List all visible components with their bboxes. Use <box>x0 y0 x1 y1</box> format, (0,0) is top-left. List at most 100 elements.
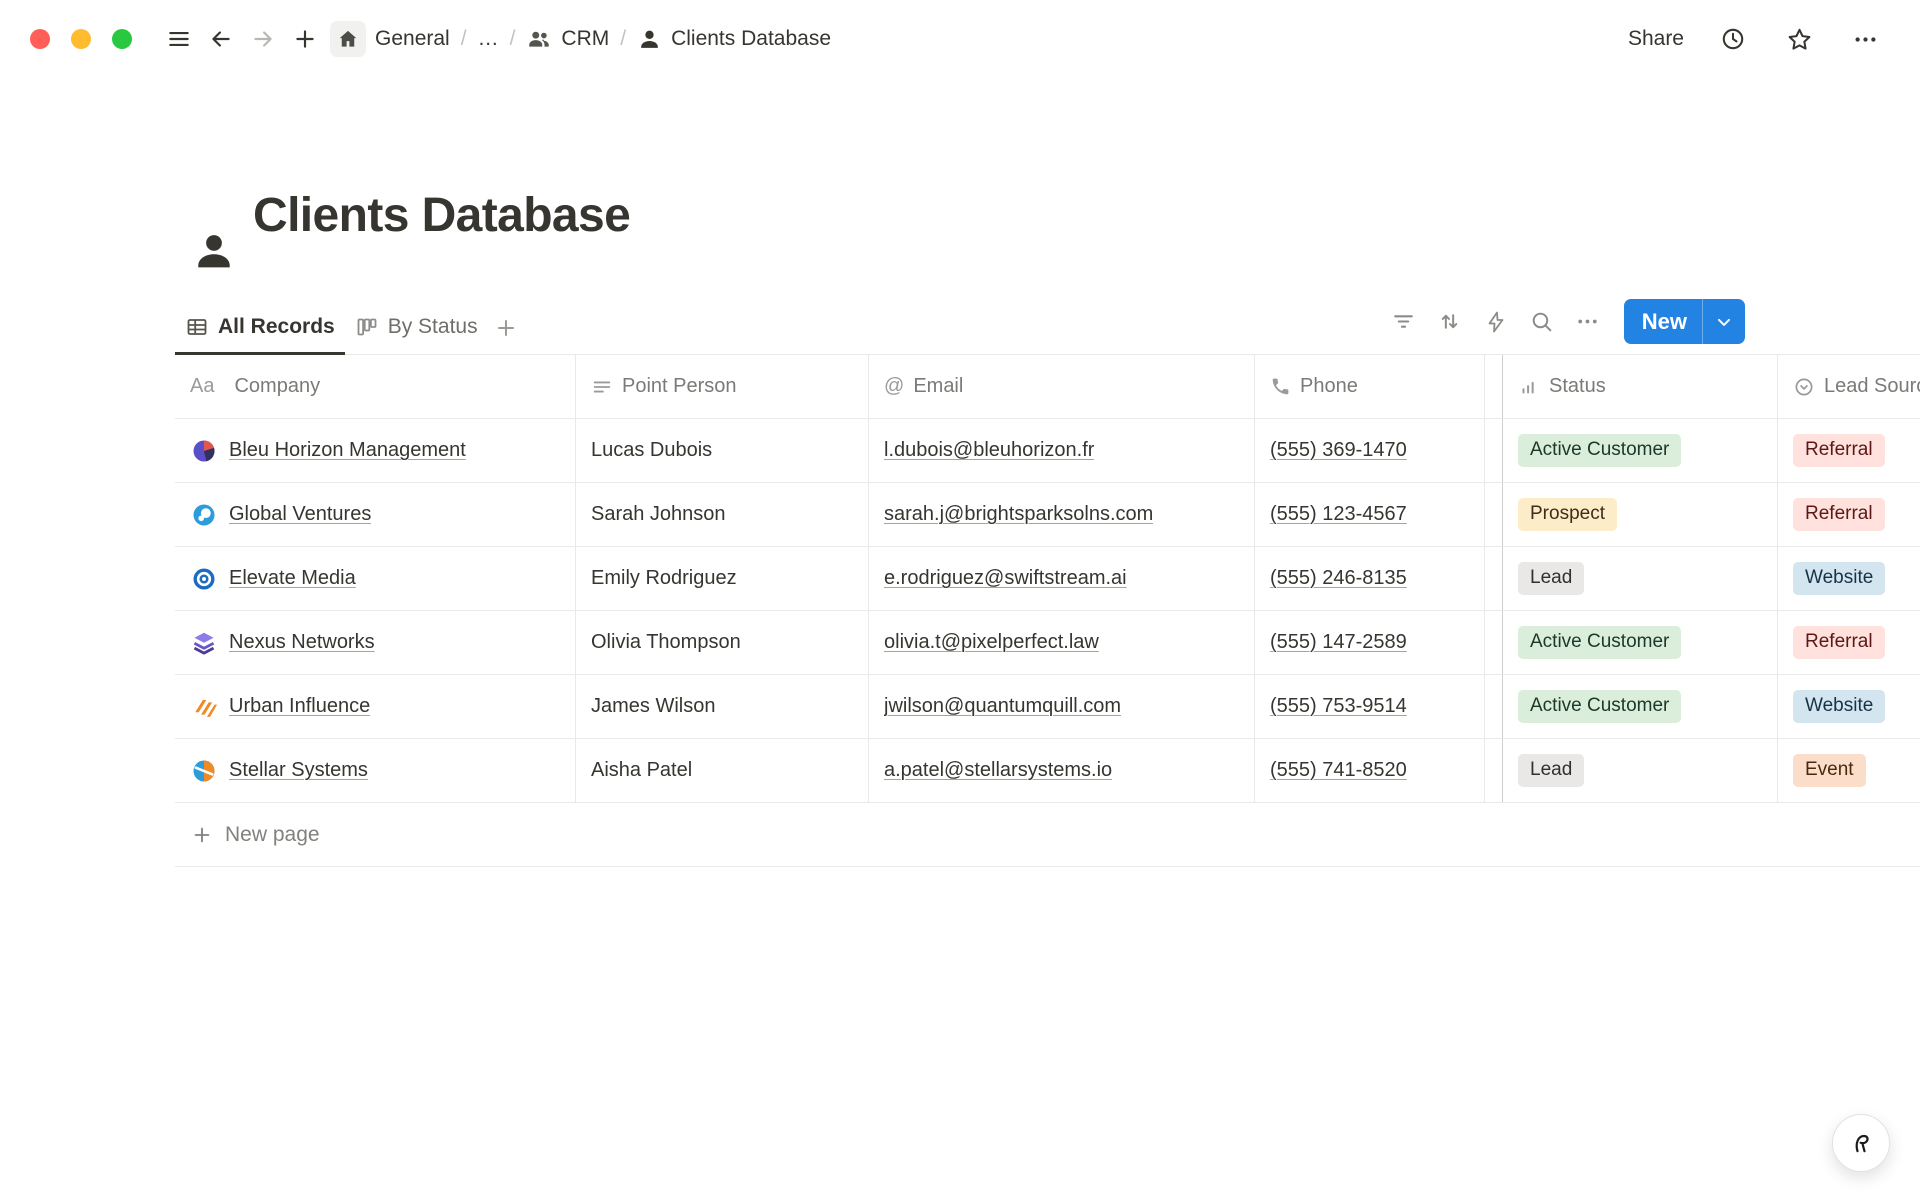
point-person-cell[interactable]: James Wilson <box>576 675 869 738</box>
company-name[interactable]: Global Ventures <box>229 503 371 526</box>
lead-source-cell[interactable]: Event <box>1778 739 1920 802</box>
company-cell[interactable]: Global Ventures <box>175 483 576 546</box>
column-header-phone[interactable]: Phone <box>1255 355 1485 418</box>
forward-arrow-icon[interactable] <box>242 18 284 60</box>
people-icon <box>526 26 552 52</box>
status-cell[interactable]: Active Customer <box>1503 611 1778 674</box>
status-cell[interactable]: Active Customer <box>1503 419 1778 482</box>
page-title[interactable]: Clients Database <box>253 190 630 243</box>
lead-source-cell[interactable]: Referral <box>1778 611 1920 674</box>
close-window-button[interactable] <box>30 29 50 49</box>
phone-cell[interactable]: (555) 147-2589 <box>1255 611 1485 674</box>
company-name[interactable]: Stellar Systems <box>229 759 368 782</box>
table-row[interactable]: Nexus Networks Olivia Thompson olivia.t@… <box>175 611 1920 675</box>
tab-by-status[interactable]: By Status <box>345 305 488 355</box>
table-row[interactable]: Urban Influence James Wilson jwilson@qua… <box>175 675 1920 739</box>
point-person-cell[interactable]: Lucas Dubois <box>576 419 869 482</box>
tab-all-records[interactable]: All Records <box>175 305 345 355</box>
new-button-label[interactable]: New <box>1624 309 1702 335</box>
email-value[interactable]: a.patel@stellarsystems.io <box>884 759 1112 782</box>
sort-icon[interactable] <box>1430 302 1470 342</box>
breadcrumb-ellipsis[interactable]: … <box>478 27 499 51</box>
point-person-cell[interactable]: Olivia Thompson <box>576 611 869 674</box>
back-arrow-icon[interactable] <box>200 18 242 60</box>
breadcrumb-label: CRM <box>561 27 609 51</box>
phone-cell[interactable]: (555) 369-1470 <box>1255 419 1485 482</box>
email-cell[interactable]: a.patel@stellarsystems.io <box>869 739 1255 802</box>
company-name[interactable]: Bleu Horizon Management <box>229 439 466 462</box>
email-value[interactable]: l.dubois@bleuhorizon.fr <box>884 439 1094 462</box>
breadcrumb-item-crm[interactable]: CRM <box>526 26 609 52</box>
filter-icon[interactable] <box>1384 302 1424 342</box>
phone-cell[interactable]: (555) 753-9514 <box>1255 675 1485 738</box>
status-cell[interactable]: Lead <box>1503 547 1778 610</box>
phone-value[interactable]: (555) 741-8520 <box>1270 759 1407 782</box>
column-header-status[interactable]: Status <box>1503 355 1778 418</box>
breadcrumb-item-general[interactable]: General <box>330 21 450 57</box>
phone-value[interactable]: (555) 123-4567 <box>1270 503 1407 526</box>
new-record-button[interactable]: New <box>1624 299 1745 344</box>
status-cell[interactable]: Lead <box>1503 739 1778 802</box>
lead-source-cell[interactable]: Website <box>1778 547 1920 610</box>
company-name[interactable]: Elevate Media <box>229 567 356 590</box>
search-icon[interactable] <box>1522 302 1562 342</box>
lightning-icon[interactable] <box>1476 302 1516 342</box>
table-row[interactable]: Bleu Horizon Management Lucas Dubois l.d… <box>175 419 1920 483</box>
phone-cell[interactable]: (555) 246-8135 <box>1255 547 1485 610</box>
lead-source-cell[interactable]: Website <box>1778 675 1920 738</box>
company-cell[interactable]: Bleu Horizon Management <box>175 419 576 482</box>
email-value[interactable]: e.rodriguez@swiftstream.ai <box>884 567 1127 590</box>
company-cell[interactable]: Elevate Media <box>175 547 576 610</box>
email-value[interactable]: sarah.j@brightsparksolns.com <box>884 503 1153 526</box>
ai-assistant-button[interactable] <box>1832 1114 1890 1172</box>
share-button[interactable]: Share <box>1624 21 1688 57</box>
lead-source-cell[interactable]: Referral <box>1778 483 1920 546</box>
phone-value[interactable]: (555) 753-9514 <box>1270 695 1407 718</box>
company-cell[interactable]: Stellar Systems <box>175 739 576 802</box>
lead-source-cell[interactable]: Referral <box>1778 419 1920 482</box>
plus-icon[interactable] <box>284 18 326 60</box>
table-row[interactable]: Global Ventures Sarah Johnson sarah.j@br… <box>175 483 1920 547</box>
table-row[interactable]: Stellar Systems Aisha Patel a.patel@stel… <box>175 739 1920 803</box>
minimize-window-button[interactable] <box>71 29 91 49</box>
point-person-cell[interactable]: Sarah Johnson <box>576 483 869 546</box>
phone-value[interactable]: (555) 147-2589 <box>1270 631 1407 654</box>
table-row[interactable]: Elevate Media Emily Rodriguez e.rodrigue… <box>175 547 1920 611</box>
column-header-company[interactable]: Aa Company <box>175 355 576 418</box>
company-name[interactable]: Nexus Networks <box>229 631 375 654</box>
breadcrumb-item-current[interactable]: Clients Database <box>637 27 831 52</box>
company-cell[interactable]: Urban Influence <box>175 675 576 738</box>
email-cell[interactable]: jwilson@quantumquill.com <box>869 675 1255 738</box>
hamburger-menu-icon[interactable] <box>158 18 200 60</box>
globe-icon <box>190 501 218 529</box>
new-page-row[interactable]: New page <box>175 803 1920 867</box>
phone-cell[interactable]: (555) 123-4567 <box>1255 483 1485 546</box>
point-person-cell[interactable]: Aisha Patel <box>576 739 869 802</box>
email-cell[interactable]: l.dubois@bleuhorizon.fr <box>869 419 1255 482</box>
email-cell[interactable]: olivia.t@pixelperfect.law <box>869 611 1255 674</box>
clock-icon[interactable] <box>1712 18 1754 60</box>
phone-cell[interactable]: (555) 741-8520 <box>1255 739 1485 802</box>
email-value[interactable]: jwilson@quantumquill.com <box>884 695 1121 718</box>
ellipsis-icon[interactable] <box>1568 302 1608 342</box>
email-cell[interactable]: e.rodriguez@swiftstream.ai <box>869 547 1255 610</box>
person-icon[interactable] <box>191 229 237 275</box>
email-value[interactable]: olivia.t@pixelperfect.law <box>884 631 1099 654</box>
add-view-plus-icon[interactable] <box>488 316 530 354</box>
status-cell[interactable]: Active Customer <box>1503 675 1778 738</box>
star-icon[interactable] <box>1778 18 1820 60</box>
status-cell[interactable]: Prospect <box>1503 483 1778 546</box>
point-person-cell[interactable]: Emily Rodriguez <box>576 547 869 610</box>
column-header-lead-source[interactable]: Lead Source <box>1778 355 1920 418</box>
column-label: Phone <box>1300 375 1358 398</box>
company-name[interactable]: Urban Influence <box>229 695 370 718</box>
phone-value[interactable]: (555) 369-1470 <box>1270 439 1407 462</box>
phone-value[interactable]: (555) 246-8135 <box>1270 567 1407 590</box>
email-cell[interactable]: sarah.j@brightsparksolns.com <box>869 483 1255 546</box>
column-header-point-person[interactable]: Point Person <box>576 355 869 418</box>
column-header-email[interactable]: @ Email <box>869 355 1255 418</box>
zoom-window-button[interactable] <box>112 29 132 49</box>
chevron-down-icon[interactable] <box>1703 312 1745 332</box>
ellipsis-icon[interactable] <box>1844 18 1886 60</box>
company-cell[interactable]: Nexus Networks <box>175 611 576 674</box>
